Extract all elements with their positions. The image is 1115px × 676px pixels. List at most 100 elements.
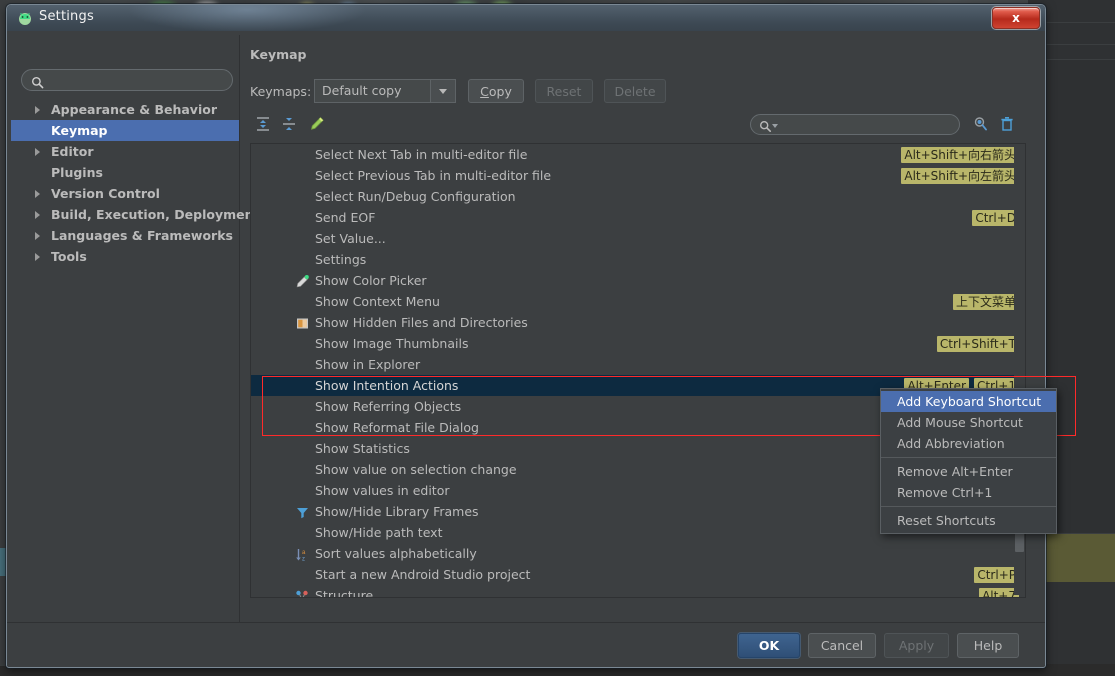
shortcut-row[interactable]: Show Color Picker: [251, 270, 1025, 291]
shortcut-row[interactable]: Send EOF Ctrl+D: [251, 207, 1025, 228]
keymap-toolbar: [250, 113, 1025, 139]
shortcut-row[interactable]: Structure Alt+7: [251, 585, 1025, 598]
page-title: Keymap: [250, 47, 307, 62]
svg-text:a: a: [302, 550, 306, 556]
shortcut-row-label: Structure: [315, 588, 374, 598]
context-menu-separator: [881, 506, 1056, 507]
shortcut-row[interactable]: Show Context Menu 上下文菜单: [251, 291, 1025, 312]
shortcut-row-label: Send EOF: [315, 210, 376, 225]
context-menu-item[interactable]: Add Mouse Shortcut: [881, 412, 1056, 433]
sidebar-item-label: Plugins: [51, 165, 103, 180]
find-input[interactable]: [781, 117, 955, 134]
shortcut-row-label: Show Reformat File Dialog: [315, 420, 479, 435]
expand-all-icon[interactable]: [254, 115, 272, 133]
sidebar-item-languages-frameworks[interactable]: Languages & Frameworks: [11, 225, 239, 246]
chevron-down-icon[interactable]: [430, 80, 455, 102]
dialog-button-bar: OK Cancel Apply Help: [7, 622, 1045, 666]
context-menu-item[interactable]: Remove Alt+Enter: [881, 461, 1056, 482]
chevron-right-icon: [35, 106, 40, 114]
shortcut-badge: Ctrl+D: [972, 209, 1019, 226]
dialog-titlebar[interactable]: Settings x: [7, 5, 1045, 31]
shortcut-row-label: Show Statistics: [315, 441, 410, 456]
android-studio-icon: [17, 10, 33, 26]
keymap-panel: Keymap Keymaps: Default copy Copy Reset …: [240, 35, 1041, 635]
shortcut-row[interactable]: Start a new Android Studio project Ctrl+P: [251, 564, 1025, 585]
shortcut-row[interactable]: Select Run/Debug Configuration: [251, 186, 1025, 207]
shortcut-row-label: Show Color Picker: [315, 273, 427, 288]
chevron-right-icon: [35, 232, 40, 240]
shortcut-row-label: Show Referring Objects: [315, 399, 462, 414]
sidebar-item-keymap[interactable]: Keymap: [11, 120, 239, 141]
apply-button: Apply: [884, 633, 949, 658]
chevron-down-icon[interactable]: [772, 124, 778, 128]
shortcut-badges: Alt+7: [979, 587, 1019, 597]
shortcut-row[interactable]: Show in Explorer: [251, 354, 1025, 375]
sidebar-item-appearance-behavior[interactable]: Appearance & Behavior: [11, 99, 239, 120]
shortcut-row[interactable]: Select Previous Tab in multi-editor file…: [251, 165, 1025, 186]
sidebar-item-label: Appearance & Behavior: [51, 102, 217, 117]
sidebar-item-label: Keymap: [51, 123, 108, 138]
shortcut-row-label: Show Image Thumbnails: [315, 336, 469, 351]
copy-button[interactable]: Copy: [468, 79, 524, 103]
chevron-right-icon: [35, 190, 40, 198]
color-picker-icon: [295, 273, 310, 288]
search-input[interactable]: [48, 72, 230, 90]
sidebar-item-label: Languages & Frameworks: [51, 228, 233, 243]
shortcut-row-label: Show/Hide path text: [315, 525, 443, 540]
sidebar-item-label: Tools: [51, 249, 87, 264]
context-menu-item[interactable]: Reset Shortcuts: [881, 510, 1056, 531]
keymap-dropdown[interactable]: Default copy: [314, 79, 456, 103]
shortcut-context-menu[interactable]: Add Keyboard Shortcut Add Mouse Shortcut A…: [880, 388, 1057, 534]
scrollbar-thumb[interactable]: [1015, 532, 1024, 552]
sidebar-item-plugins[interactable]: Plugins: [11, 162, 239, 183]
context-menu-item[interactable]: Remove Ctrl+1: [881, 482, 1056, 503]
shortcut-row-label: Set Value...: [315, 231, 386, 246]
keymaps-label: Keymaps:: [250, 84, 312, 99]
shortcut-badge: 上下文菜单: [952, 293, 1019, 310]
shortcut-row-label: Select Next Tab in multi-editor file: [315, 147, 528, 162]
shortcut-row[interactable]: Settings: [251, 249, 1025, 270]
collapse-all-icon[interactable]: [280, 115, 298, 133]
keymap-dropdown-value: Default copy: [322, 83, 402, 98]
context-menu-item[interactable]: Add Keyboard Shortcut: [881, 391, 1056, 412]
ide-highlight-region: [1040, 534, 1115, 582]
clear-shortcut-icon[interactable]: [998, 115, 1016, 133]
shortcut-badge: Alt+Shift+向右箭头: [901, 146, 1019, 163]
shortcut-row[interactable]: Set Value...: [251, 228, 1025, 249]
dialog-title: Settings: [39, 9, 94, 24]
chevron-right-icon: [35, 253, 40, 261]
shortcut-row-label: Start a new Android Studio project: [315, 567, 531, 582]
ok-button[interactable]: OK: [738, 633, 800, 658]
search-icon: [759, 118, 772, 132]
shortcut-row-label: Select Run/Debug Configuration: [315, 189, 516, 204]
shortcut-row-label: Sort values alphabetically: [315, 546, 477, 561]
chevron-right-icon: [35, 148, 40, 156]
edit-shortcut-icon[interactable]: [308, 115, 326, 133]
copy-button-label: opy: [488, 83, 512, 99]
shortcut-row[interactable]: Select Next Tab in multi-editor file Alt+…: [251, 144, 1025, 165]
shortcut-badges: Ctrl+P: [974, 566, 1019, 583]
shortcut-row[interactable]: Show Hidden Files and Directories: [251, 312, 1025, 333]
copy-button-mnemonic: C: [480, 83, 489, 99]
sidebar-item-editor[interactable]: Editor: [11, 141, 239, 162]
shortcut-badge: Alt+Shift+向左箭头: [901, 167, 1019, 184]
svg-text:z: z: [302, 557, 305, 563]
shortcut-row[interactable]: a z Sort values alphabetically: [251, 543, 1025, 564]
reset-button: Reset: [535, 79, 593, 103]
help-button[interactable]: Help: [957, 633, 1019, 658]
sidebar-search[interactable]: [21, 69, 233, 91]
find-shortcut-search[interactable]: [750, 114, 960, 135]
titlebar-glow: [127, 5, 367, 31]
filter-icon: [295, 504, 310, 519]
sidebar-item-build-execution-deployment[interactable]: Build, Execution, Deployment: [11, 204, 259, 225]
cancel-button[interactable]: Cancel: [808, 633, 876, 658]
shortcut-badges: Alt+Shift+向右箭头: [901, 146, 1019, 163]
shortcut-row[interactable]: Show Image Thumbnails Ctrl+Shift+T: [251, 333, 1025, 354]
sidebar-item-label: Build, Execution, Deployment: [51, 207, 260, 222]
close-icon[interactable]: x: [992, 7, 1040, 29]
shortcut-badges: Alt+Shift+向左箭头: [901, 167, 1019, 184]
context-menu-item[interactable]: Add Abbreviation: [881, 433, 1056, 454]
sidebar-item-version-control[interactable]: Version Control: [11, 183, 239, 204]
find-by-shortcut-icon[interactable]: [972, 115, 990, 133]
sidebar-item-tools[interactable]: Tools: [11, 246, 239, 267]
